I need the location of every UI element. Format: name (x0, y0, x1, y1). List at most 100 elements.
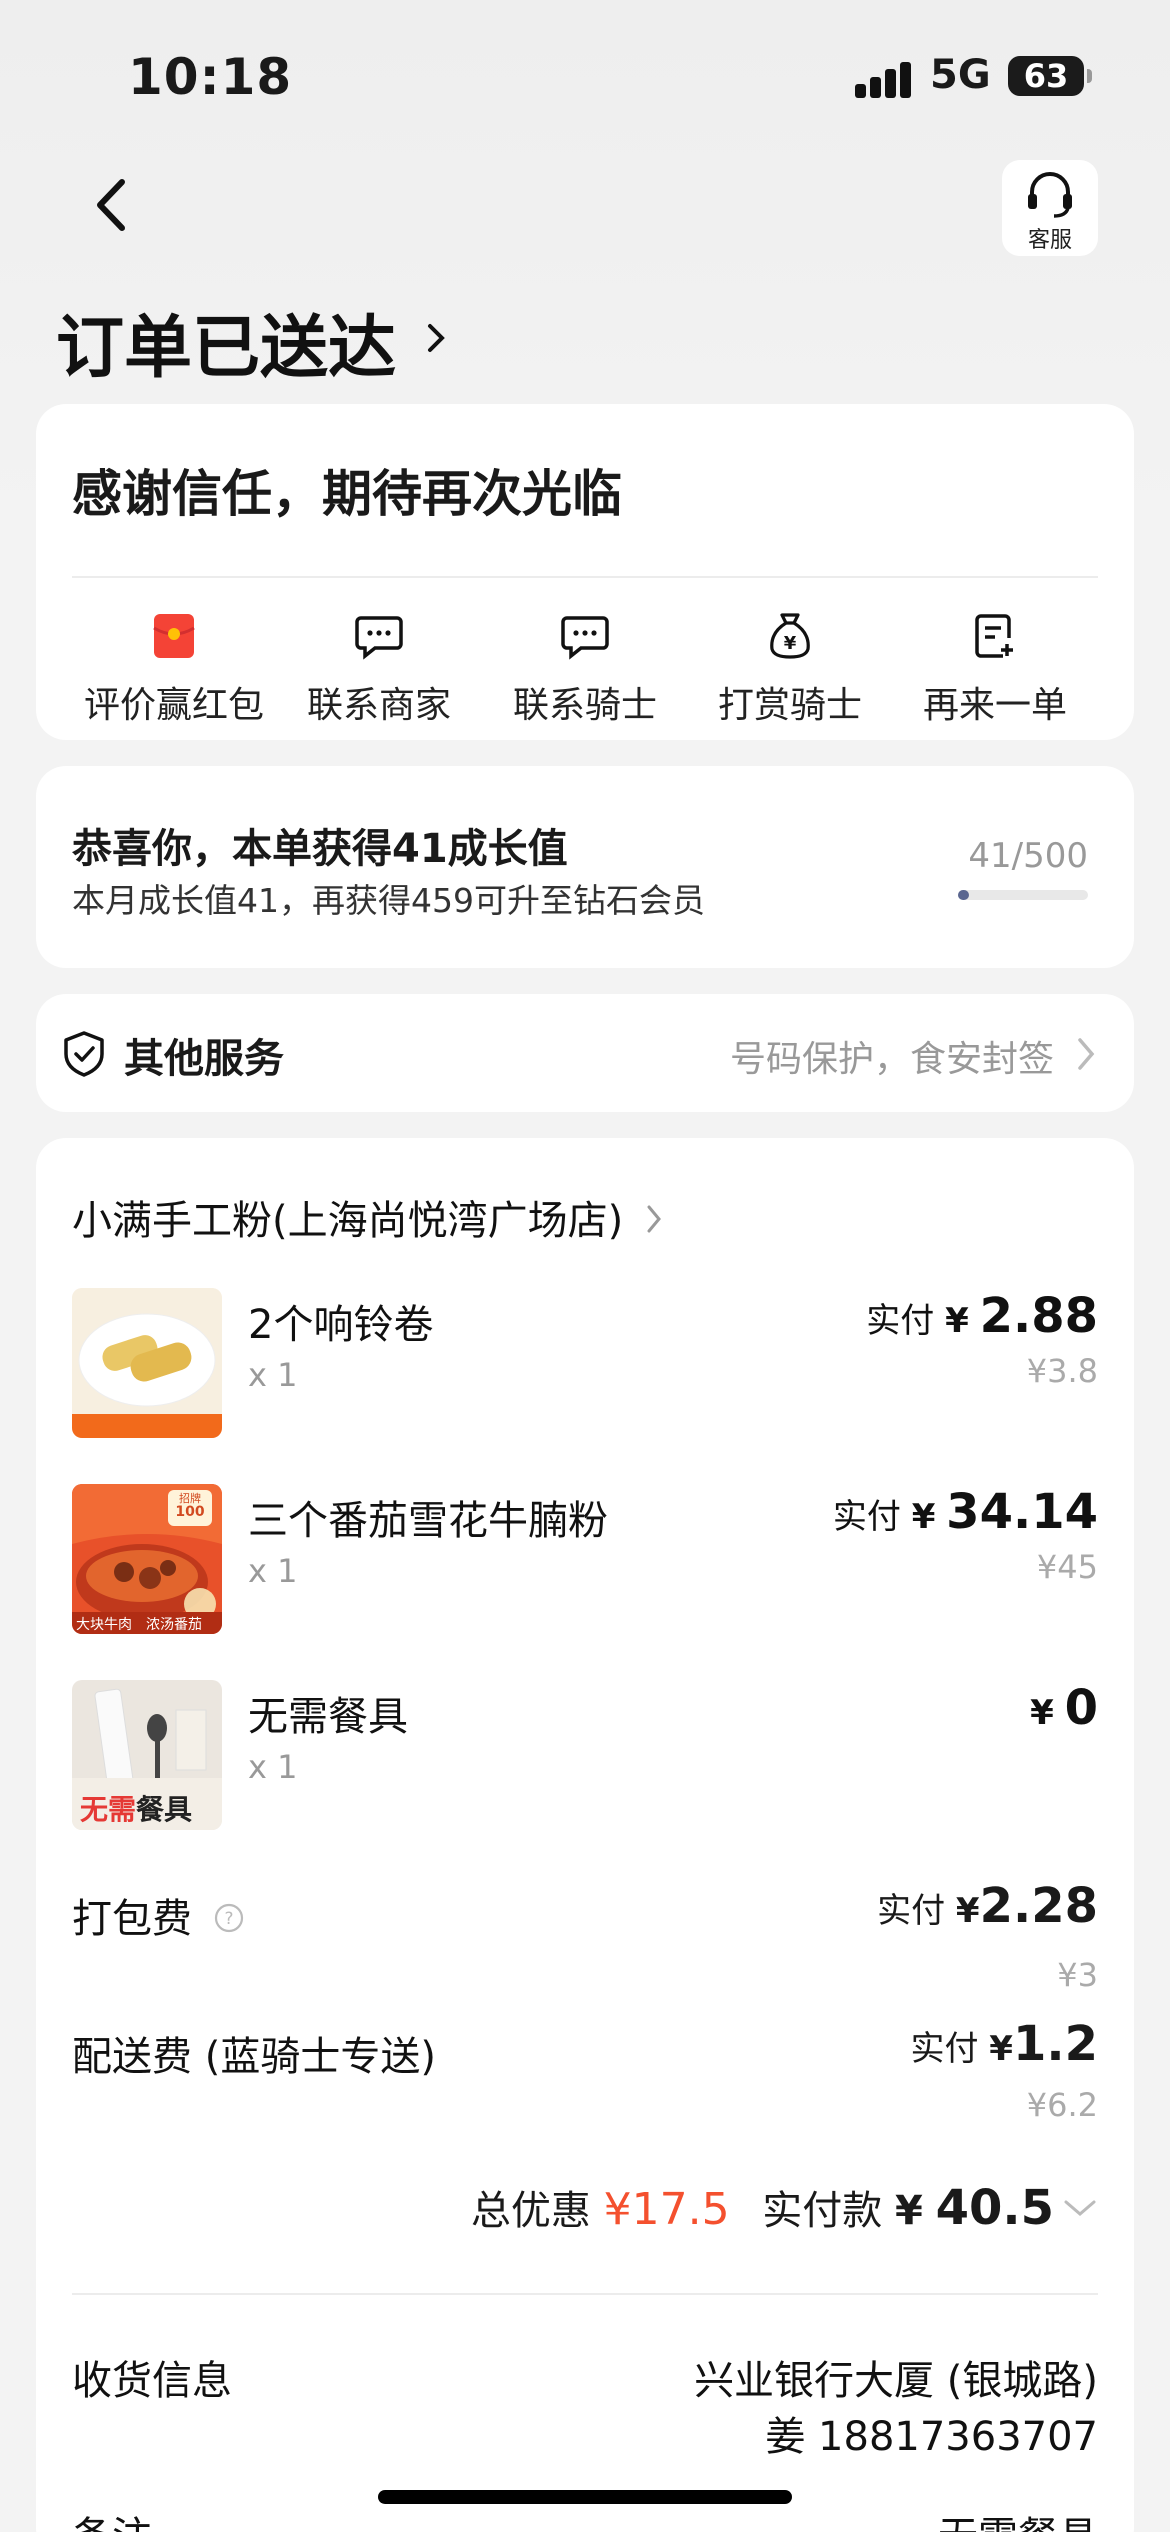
status-bar: 10:18 5G 63 (0, 0, 1170, 150)
packing-fee-original: ¥3 (1057, 1956, 1098, 1994)
growth-card[interactable]: 恭喜你，本单获得41成长值 本月成长值41，再获得459可升至钻石会员 41/5… (36, 766, 1134, 968)
paid-label: 实付 (832, 1497, 901, 1537)
currency-symbol: ¥ (989, 2029, 1013, 2069)
chevron-right-icon[interactable] (424, 318, 448, 358)
customer-service-button[interactable]: 客服 (1002, 160, 1098, 256)
shop-name-text: 小满手工粉(上海尚悦湾广场店) (72, 1198, 624, 1244)
price-value: 1.2 (1012, 2016, 1098, 2072)
currency-symbol: ¥ (895, 2188, 923, 2234)
item-quantity: x 1 (248, 1552, 298, 1590)
growth-progress-fill (958, 890, 969, 900)
order-card: 小满手工粉(上海尚悦湾广场店) 2个响铃卷 x 1 实付 ¥ 2.88 ¥3.8 (36, 1138, 1134, 2532)
item-image: 无需餐具 (72, 1680, 222, 1830)
item-quantity: x 1 (248, 1356, 298, 1394)
svg-text:?: ? (224, 1909, 233, 1929)
remark-label: 备注 (72, 2504, 152, 2532)
chevron-right-icon (1078, 1038, 1095, 1070)
headset-icon (1028, 172, 1072, 218)
delivery-fee-original: ¥6.2 (1026, 2086, 1098, 2124)
page-title[interactable]: 订单已送达 (56, 292, 396, 391)
price-value: 2.28 (979, 1878, 1098, 1934)
action-label: 打赏骑士 (717, 685, 862, 726)
currency-symbol: ¥ (1030, 1693, 1054, 1733)
paid-total-value: 40.5 (935, 2180, 1054, 2236)
order-item[interactable]: 无需餐具 无需餐具 x 1 ¥ 0 (72, 1680, 1098, 1830)
item-price: ¥ 0 (1030, 1680, 1098, 1736)
chat-bubble-icon (355, 616, 403, 660)
action-tip-rider[interactable]: ¥ 打赏骑士 (690, 604, 890, 728)
discount-value: ¥17.5 (603, 2184, 730, 2235)
divider (72, 2293, 1098, 2295)
item-name: 2个响铃卷 (248, 1302, 434, 1348)
customer-service-label: 客服 (1027, 228, 1072, 253)
red-envelope-icon (153, 614, 195, 658)
paid-total-label: 实付款 (762, 2188, 883, 2234)
action-contact-rider[interactable]: 联系骑士 (485, 604, 685, 728)
item-price: 实付 ¥ 2.88 (866, 1288, 1098, 1344)
thanks-message: 感谢信任，期待再次光临 (72, 465, 622, 523)
thumb-text-red: 无需 (80, 1793, 137, 1826)
packing-fee-price: 实付 ¥2.28 (877, 1878, 1098, 1934)
remark-value: 无需餐具 (938, 2504, 1098, 2532)
home-indicator (378, 2490, 792, 2504)
shop-name[interactable]: 小满手工粉(上海尚悦湾广场店) (72, 1188, 664, 1246)
order-total[interactable]: 总优惠 ¥17.5 实付款 ¥ 40.5 (471, 2178, 1054, 2236)
thumb-text: 无需餐具 (80, 1788, 192, 1828)
network-type: 5G (930, 52, 991, 98)
chevron-down-icon[interactable] (1062, 2196, 1098, 2220)
services-card[interactable]: 其他服务 号码保护，食安封签 (36, 994, 1134, 1112)
item-price: 实付 ¥ 34.14 (833, 1484, 1098, 1540)
back-button[interactable] (78, 170, 148, 240)
item-quantity: x 1 (248, 1748, 298, 1786)
paid-label: 实付 (910, 2029, 979, 2069)
order-item[interactable]: 2个响铃卷 x 1 实付 ¥ 2.88 ¥3.8 (72, 1288, 1098, 1438)
action-label: 评价赢红包 (83, 685, 264, 726)
packing-fee-text: 打包费 (72, 1896, 192, 1942)
battery-icon: 63 (1008, 56, 1092, 96)
thumb-text-dark: 餐具 (136, 1793, 193, 1826)
delivery-address: 兴业银行大厦 (银城路) (694, 2358, 1098, 2404)
paid-label: 实付 (877, 1891, 946, 1931)
action-reorder[interactable]: 再来一单 (895, 604, 1095, 728)
delivery-fee-label: 配送费 (蓝骑士专送) (72, 2034, 436, 2080)
price-value: 2.88 (979, 1288, 1098, 1344)
svg-text:¥: ¥ (784, 633, 797, 654)
price-value: 0 (1064, 1680, 1098, 1736)
money-bag-icon: ¥ (770, 613, 810, 659)
chevron-left-icon (97, 179, 125, 231)
action-label: 联系商家 (306, 685, 451, 726)
action-review[interactable]: 评价赢红包 (74, 604, 274, 728)
item-name: 无需餐具 (248, 1694, 408, 1740)
services-title: 其他服务 (124, 1036, 284, 1082)
packing-fee-label: 打包费 ? (72, 1886, 245, 1944)
action-label: 联系骑士 (512, 685, 657, 726)
delivery-fee-price: 实付 ¥1.2 (910, 2016, 1098, 2072)
item-original-price: ¥3.8 (1026, 1352, 1098, 1390)
discount-label: 总优惠 (470, 2188, 591, 2234)
signal-icon (855, 58, 915, 98)
reorder-icon (975, 614, 1013, 658)
chat-bubble-icon (561, 616, 609, 660)
growth-title: 恭喜你，本单获得41成长值 (72, 826, 568, 872)
item-name: 三个番茄雪花牛腩粉 (248, 1498, 608, 1544)
currency-symbol: ¥ (955, 1891, 980, 1931)
action-contact-merchant[interactable]: 联系商家 (279, 604, 479, 728)
item-original-price: ¥45 (1036, 1548, 1098, 1586)
growth-progress-text: 41/500 (968, 836, 1088, 876)
thumb-caption-right: 浓汤番茄 (146, 1617, 202, 1633)
growth-progress-bar (958, 890, 1088, 900)
services-hint: 号码保护，食安封签 (729, 1039, 1054, 1080)
currency-symbol: ¥ (911, 1497, 936, 1537)
thanks-card: 感谢信任，期待再次光临 评价赢红包 联系商家 联系骑士 ¥ 打赏骑士 再来一单 (36, 404, 1134, 740)
delivery-info-label: 收货信息 (72, 2358, 232, 2404)
price-value: 34.14 (946, 1484, 1098, 1540)
growth-subtitle: 本月成长值41，再获得459可升至钻石会员 (72, 881, 705, 920)
item-image: 招牌 100 大块牛肉 浓汤番茄 (72, 1484, 222, 1634)
item-image (72, 1288, 222, 1438)
divider (72, 576, 1098, 578)
help-icon[interactable]: ? (213, 1902, 245, 1934)
order-item[interactable]: 招牌 100 大块牛肉 浓汤番茄 三个番茄雪花牛腩粉 x 1 实付 ¥ 34.1… (72, 1484, 1098, 1634)
paid-label: 实付 (866, 1301, 935, 1341)
thumb-caption-left: 大块牛肉 (76, 1617, 132, 1633)
status-time: 10:18 (128, 48, 293, 106)
